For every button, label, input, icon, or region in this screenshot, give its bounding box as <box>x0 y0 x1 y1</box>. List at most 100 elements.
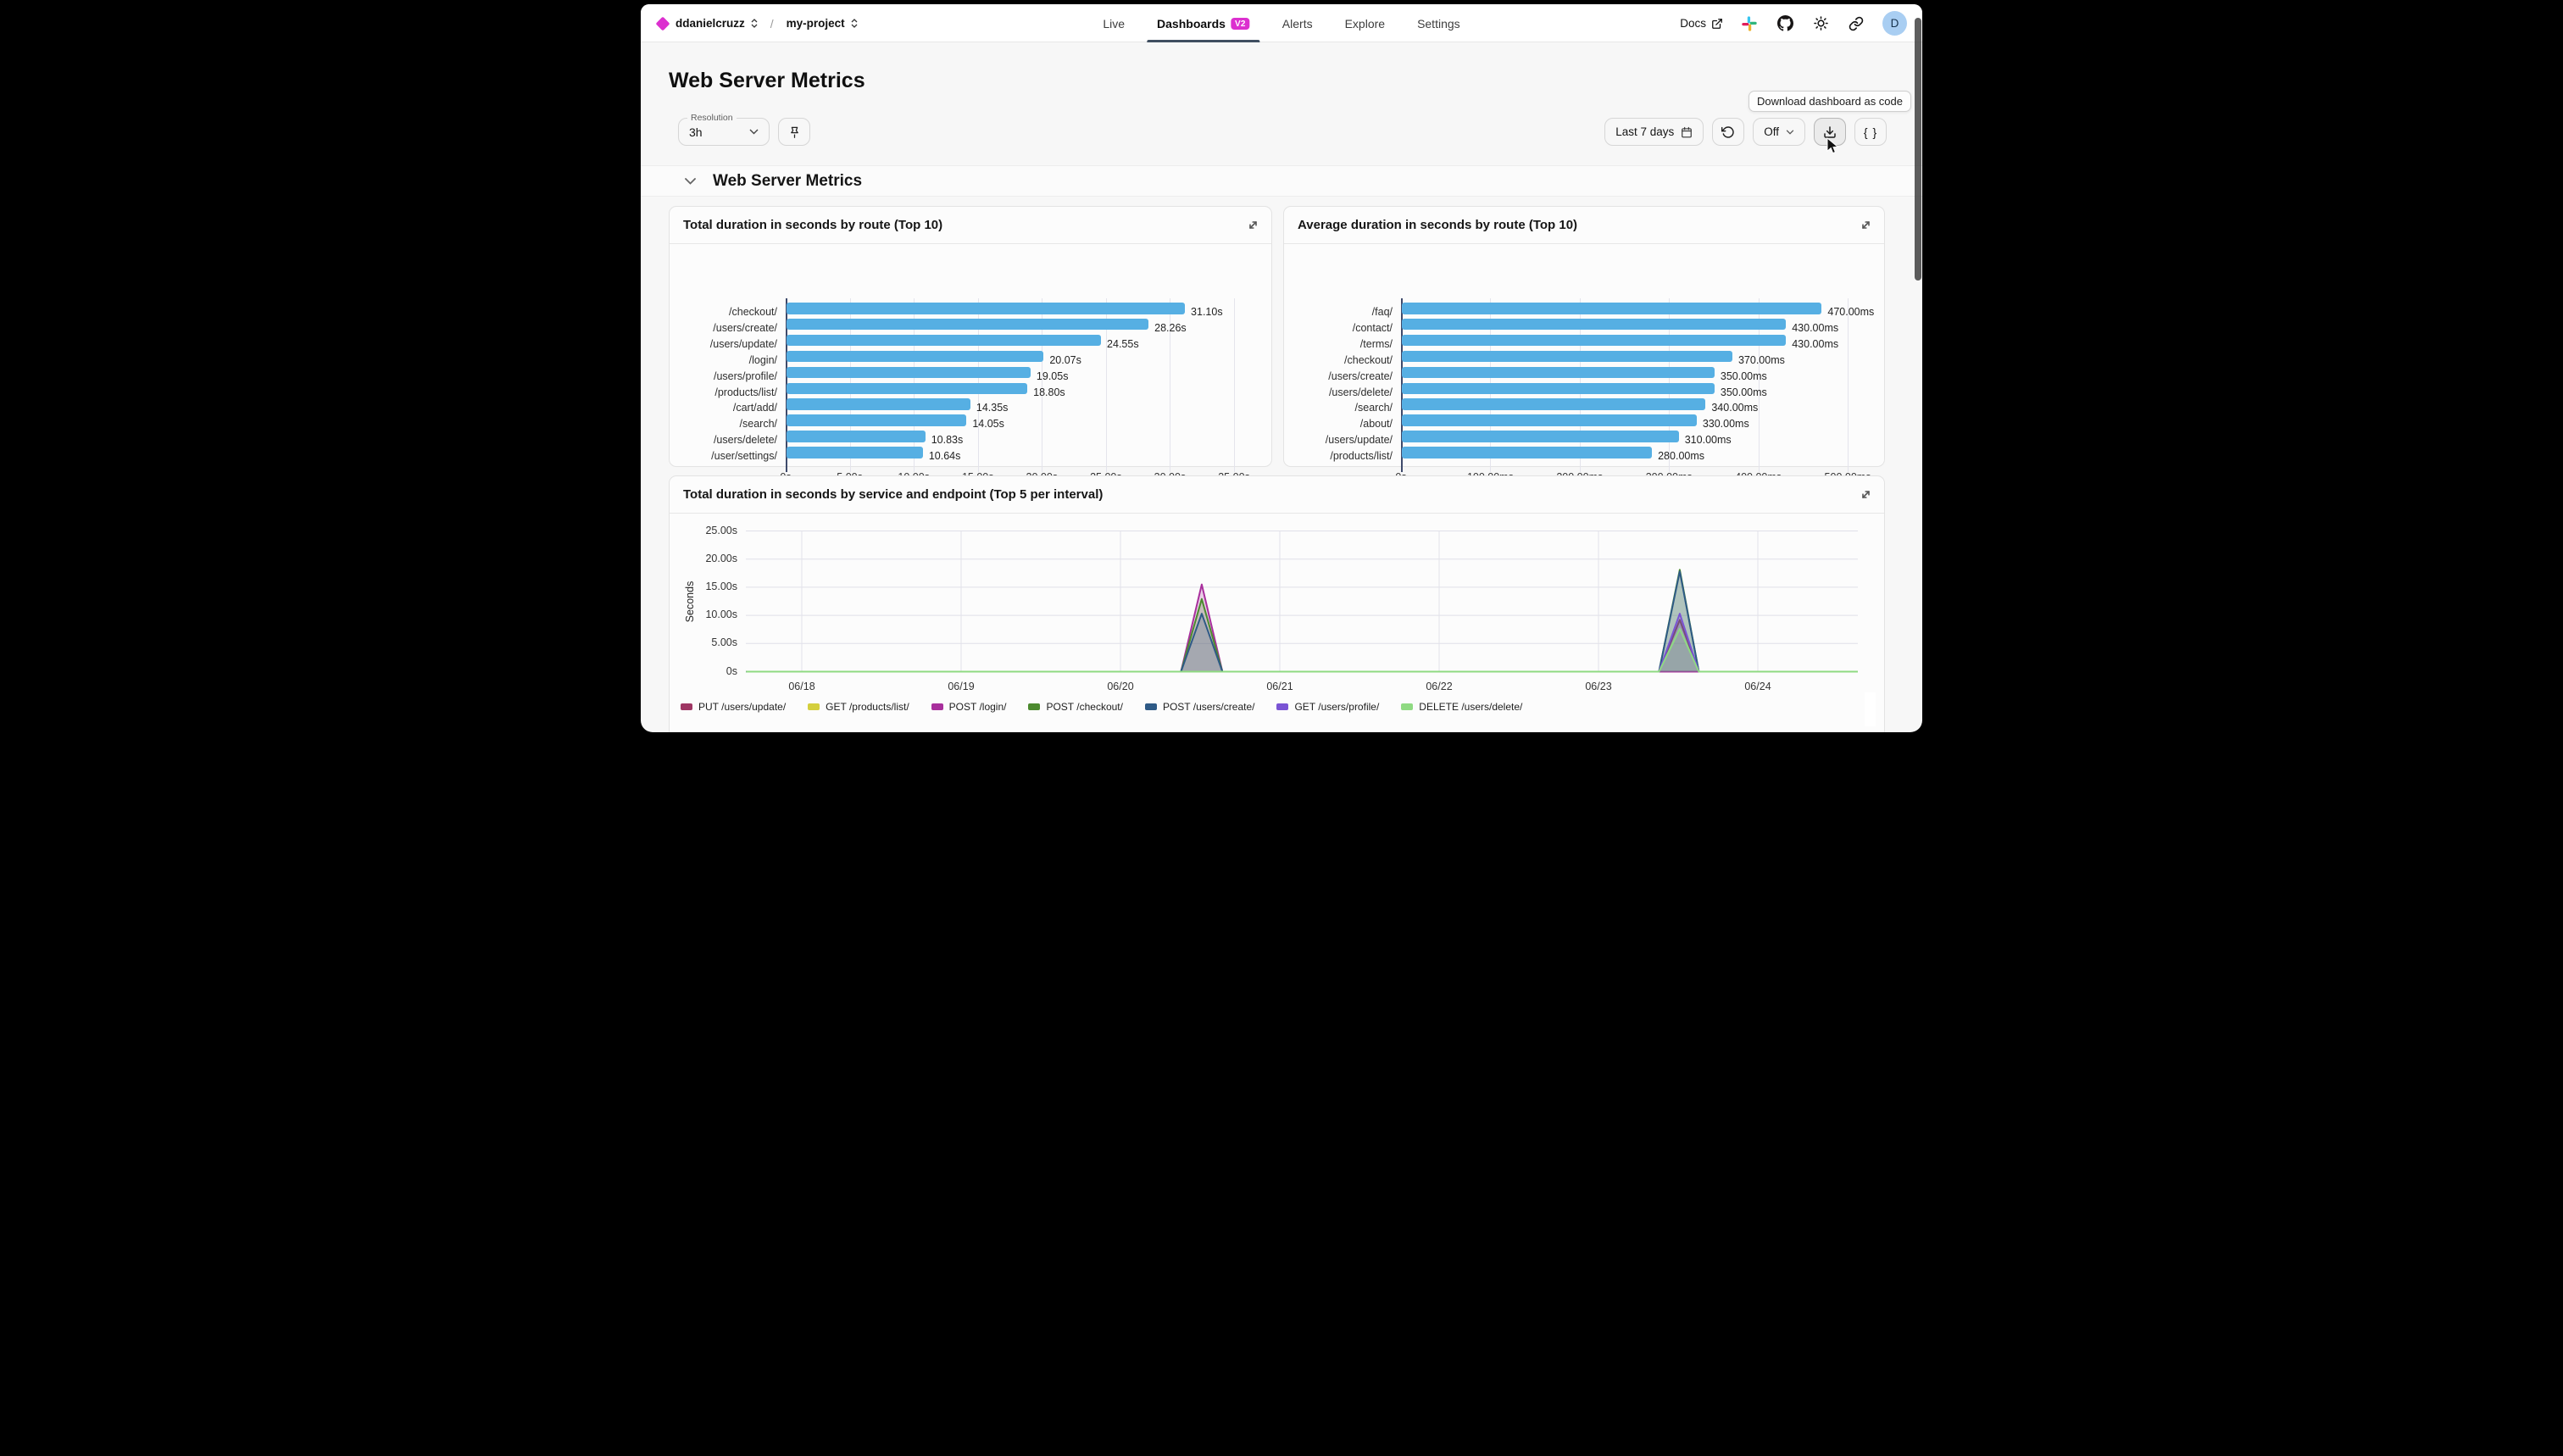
legend-item[interactable]: POST /checkout/ <box>1028 701 1123 713</box>
bar <box>787 335 1101 347</box>
brand-logo-icon[interactable] <box>656 16 670 31</box>
bar-category-label: /users/delete/ <box>670 434 777 446</box>
tab-dashboards[interactable]: Dashboards V2 <box>1155 4 1252 42</box>
bar <box>1402 398 1705 410</box>
legend-scrollbar <box>1865 692 1876 726</box>
dashboard-code-button[interactable]: { } <box>1854 118 1887 146</box>
legend-label: PUT /users/update/ <box>698 701 786 713</box>
resolution-label: Resolution <box>687 113 737 123</box>
bar <box>787 447 923 458</box>
refresh-button[interactable] <box>1712 118 1744 146</box>
section-title: Web Server Metrics <box>713 172 862 191</box>
slack-icon[interactable] <box>1740 14 1759 33</box>
top-bar: ddanielcruzz / my-project Live Dashboard… <box>641 4 1922 42</box>
bar-value-label: 330.00ms <box>1703 418 1749 430</box>
panel-header: Average duration in seconds by route (To… <box>1284 207 1884 244</box>
pin-resolution-button[interactable] <box>778 118 810 146</box>
user-avatar[interactable]: D <box>1882 11 1907 36</box>
bar-category-label: /users/create/ <box>1284 370 1393 382</box>
legend-swatch <box>1145 703 1157 710</box>
tab-live[interactable]: Live <box>1101 4 1126 42</box>
scrollbar-thumb[interactable] <box>1915 18 1921 281</box>
bar-value-label: 310.00ms <box>1685 434 1732 446</box>
y-tick-label: 20.00s <box>695 553 737 564</box>
legend-swatch <box>1028 703 1040 710</box>
bar-category-label: /user/settings/ <box>670 450 777 462</box>
main-nav: Live Dashboards V2 Alerts Explore Settin… <box>1101 4 1461 42</box>
toolbar-right: Last 7 days Off { } <box>1604 118 1887 146</box>
legend-label: GET /products/list/ <box>826 701 909 713</box>
bar <box>1402 414 1697 426</box>
x-tick-label: 06/22 <box>1426 681 1452 692</box>
bar-category-label: /contact/ <box>1284 322 1393 334</box>
project-selector[interactable]: my-project <box>787 17 858 30</box>
expand-panel-icon[interactable] <box>1860 219 1872 231</box>
x-tick-label: 06/23 <box>1585 681 1611 692</box>
bar <box>1402 303 1821 314</box>
tab-explore[interactable]: Explore <box>1343 4 1387 42</box>
bar-value-label: 350.00ms <box>1721 370 1767 382</box>
bar <box>1402 335 1786 347</box>
bar <box>1402 351 1732 363</box>
legend-item[interactable]: DELETE /users/delete/ <box>1401 701 1522 713</box>
download-tooltip: Download dashboard as code <box>1749 91 1911 112</box>
v2-badge: V2 <box>1231 18 1250 30</box>
tab-settings[interactable]: Settings <box>1415 4 1462 42</box>
bar <box>787 319 1148 331</box>
expand-panel-icon[interactable] <box>1247 219 1259 231</box>
active-tab-underline <box>1147 40 1260 42</box>
legend-item[interactable]: POST /users/create/ <box>1145 701 1255 713</box>
expand-panel-icon[interactable] <box>1860 488 1872 501</box>
panel-header: Total duration in seconds by service and… <box>670 476 1884 514</box>
section-collapse-chevron-icon[interactable] <box>685 178 696 185</box>
bar <box>787 414 966 426</box>
bar-value-label: 430.00ms <box>1792 322 1838 334</box>
docs-link[interactable]: Docs <box>1680 17 1723 30</box>
legend-item[interactable]: POST /login/ <box>931 701 1007 713</box>
bar-value-label: 14.35s <box>976 402 1009 414</box>
area-chart <box>746 520 1858 689</box>
y-tick-label: 15.00s <box>695 581 737 592</box>
legend-item[interactable]: PUT /users/update/ <box>681 701 786 713</box>
legend-label: POST /checkout/ <box>1046 701 1123 713</box>
bar <box>787 367 1031 379</box>
bar-value-label: 10.83s <box>931 434 964 446</box>
legend-swatch <box>1276 703 1288 710</box>
bar-value-label: 430.00ms <box>1792 338 1838 350</box>
bar <box>1402 319 1786 331</box>
bar-category-label: /users/update/ <box>670 338 777 350</box>
legend-swatch <box>808 703 820 710</box>
bar-category-label: /about/ <box>1284 418 1393 430</box>
github-icon[interactable] <box>1776 14 1794 33</box>
auto-refresh-select[interactable]: Off <box>1753 118 1805 146</box>
y-axis-label: Seconds <box>684 576 696 627</box>
bar-category-label: /search/ <box>1284 402 1393 414</box>
download-icon <box>1823 125 1837 139</box>
project-name: my-project <box>787 17 845 30</box>
tab-alerts[interactable]: Alerts <box>1281 4 1315 42</box>
theme-toggle-sun-icon[interactable] <box>1811 14 1830 33</box>
bar <box>787 303 1185 314</box>
breadcrumb-separator: / <box>770 17 774 31</box>
bar <box>1402 431 1679 442</box>
share-link-icon[interactable] <box>1847 14 1865 33</box>
org-selector[interactable]: ddanielcruzz <box>675 17 758 30</box>
legend-item[interactable]: GET /products/list/ <box>808 701 909 713</box>
bar-category-label: /users/create/ <box>670 322 777 334</box>
resolution-select[interactable]: Resolution 3h <box>678 118 770 146</box>
bar-category-label: /login/ <box>670 354 777 366</box>
bar-category-label: /users/profile/ <box>670 370 777 382</box>
download-dashboard-button[interactable] <box>1814 118 1846 146</box>
bar-category-label: /cart/add/ <box>670 402 777 414</box>
org-selector-caret-icon <box>751 19 758 28</box>
bar-category-label: /users/delete/ <box>1284 386 1393 398</box>
app-window: ddanielcruzz / my-project Live Dashboard… <box>641 4 1922 732</box>
time-range-button[interactable]: Last 7 days <box>1604 118 1704 146</box>
toolbar-left: Resolution 3h <box>678 118 810 146</box>
bar-value-label: 340.00ms <box>1711 402 1758 414</box>
calendar-icon <box>1681 126 1693 138</box>
y-tick-label: 5.00s <box>695 636 737 648</box>
legend-label: GET /users/profile/ <box>1294 701 1379 713</box>
bar-category-label: /terms/ <box>1284 338 1393 350</box>
legend-item[interactable]: GET /users/profile/ <box>1276 701 1379 713</box>
